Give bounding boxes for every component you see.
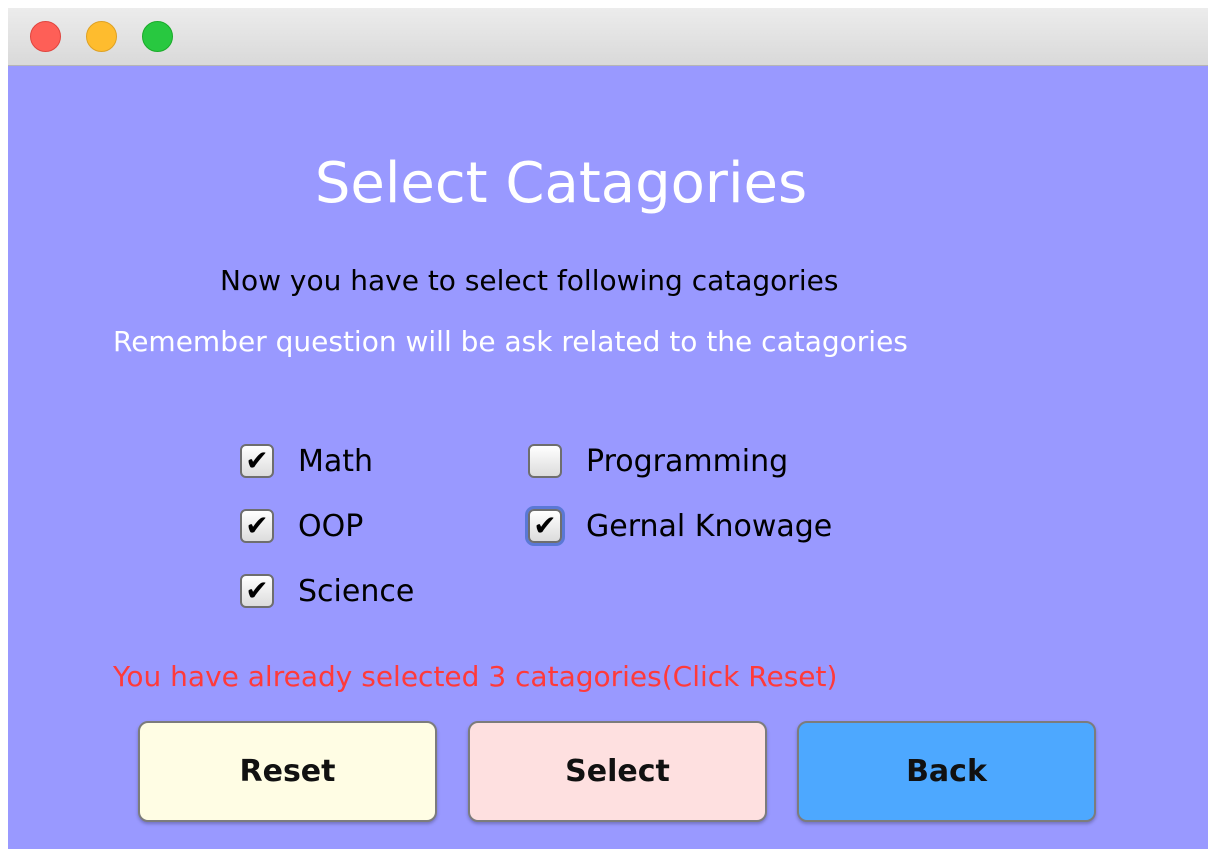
checkbox-label: Math [298, 443, 374, 479]
checkbox-label: OOP [298, 508, 364, 544]
reset-button[interactable]: Reset [138, 721, 437, 822]
minimize-window-button[interactable] [86, 21, 117, 52]
check-icon[interactable]: ✔ [240, 444, 274, 478]
checkbox-programming[interactable]: Programming [528, 441, 788, 481]
checkbox-oop[interactable]: ✔ OOP [240, 506, 363, 546]
title-bar [8, 8, 1208, 66]
check-icon[interactable] [528, 444, 562, 478]
check-icon[interactable]: ✔ [528, 509, 562, 543]
select-button[interactable]: Select [468, 721, 767, 822]
close-window-button[interactable] [30, 21, 61, 52]
instruction-text: Now you have to select following catagor… [220, 264, 839, 297]
check-icon[interactable]: ✔ [240, 509, 274, 543]
app-window: Select Catagories Now you have to select… [8, 8, 1208, 849]
status-message: You have already selected 3 catagories(C… [113, 660, 838, 693]
checkbox-label: Programming [586, 443, 789, 479]
maximize-window-button[interactable] [142, 21, 173, 52]
reminder-text: Remember question will be ask related to… [113, 325, 908, 358]
back-button[interactable]: Back [797, 721, 1096, 822]
checkbox-label: Science [298, 573, 415, 609]
checkbox-label: Gernal Knowage [586, 508, 833, 544]
page-title: Select Catagories [314, 151, 808, 216]
main-content: Select Catagories Now you have to select… [8, 66, 1208, 849]
checkbox-math[interactable]: ✔ Math [240, 441, 373, 481]
checkbox-science[interactable]: ✔ Science [240, 571, 414, 611]
checkbox-general-knowledge[interactable]: ✔ Gernal Knowage [528, 506, 832, 546]
check-icon[interactable]: ✔ [240, 574, 274, 608]
